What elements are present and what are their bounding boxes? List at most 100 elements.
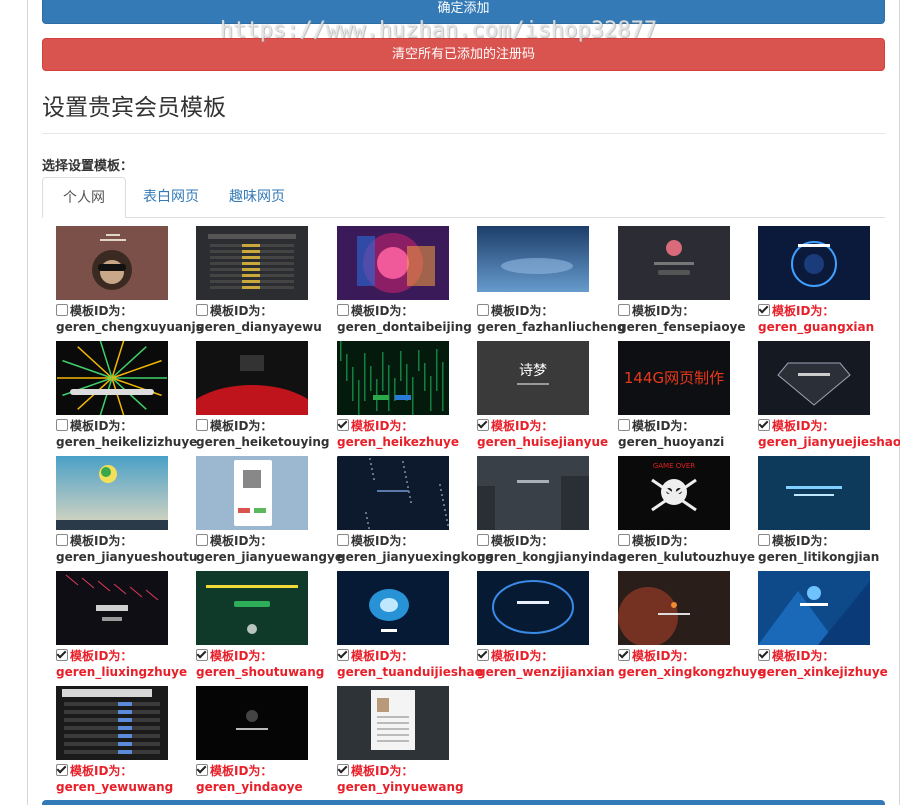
template-id: geren_yewuwang bbox=[56, 780, 174, 794]
template-id: geren_huisejianyue bbox=[477, 435, 609, 449]
template-checkbox[interactable] bbox=[618, 304, 630, 316]
template-thumbnail[interactable]: 144G网页制作 bbox=[618, 341, 730, 415]
tab-personal[interactable]: 个人网页 bbox=[42, 177, 126, 246]
template-id: geren_wenzijianxian bbox=[477, 665, 615, 679]
template-checkbox[interactable] bbox=[56, 304, 68, 316]
template-checkbox[interactable] bbox=[477, 304, 489, 316]
template-thumbnail[interactable] bbox=[337, 226, 449, 300]
template-checkbox[interactable] bbox=[337, 649, 349, 661]
template-thumbnail[interactable] bbox=[56, 686, 168, 760]
template-id: geren_xingkongzhuye bbox=[618, 665, 766, 679]
template-id-prefix: 模板ID为： bbox=[70, 764, 133, 778]
template-thumbnail[interactable] bbox=[56, 341, 168, 415]
template-checkbox[interactable] bbox=[618, 649, 630, 661]
template-label: 模板ID为： bbox=[196, 648, 272, 664]
template-id-prefix: 模板ID为： bbox=[491, 534, 554, 548]
template-checkbox[interactable] bbox=[477, 649, 489, 661]
template-checkbox[interactable] bbox=[337, 764, 349, 776]
template-card: 模板ID为： geren_yindaoye bbox=[196, 686, 336, 800]
template-checkbox[interactable] bbox=[196, 649, 208, 661]
template-thumbnail[interactable]: GAME OVER bbox=[618, 456, 730, 530]
template-thumbnail[interactable] bbox=[758, 456, 870, 530]
template-thumbnail[interactable]: 诗梦 bbox=[477, 341, 589, 415]
template-id-prefix: 模板ID为： bbox=[772, 534, 835, 548]
template-checkbox[interactable] bbox=[758, 304, 770, 316]
template-id: geren_tuanduijieshao bbox=[337, 665, 483, 679]
template-checkbox[interactable] bbox=[758, 534, 770, 546]
template-thumbnail[interactable] bbox=[196, 571, 308, 645]
template-label: 模板ID为： bbox=[56, 533, 132, 549]
tab-fun[interactable]: 趣味网页 bbox=[214, 177, 300, 217]
template-id: geren_dianyayewu bbox=[196, 320, 322, 334]
template-id: geren_liuxingzhuye bbox=[56, 665, 188, 679]
template-checkbox[interactable] bbox=[618, 419, 630, 431]
template-thumbnail[interactable] bbox=[477, 226, 589, 300]
template-checkbox[interactable] bbox=[56, 534, 68, 546]
template-checkbox[interactable] bbox=[196, 304, 208, 316]
template-card: GAME OVER 模板ID为： geren_kulutouzhuye bbox=[618, 456, 758, 570]
template-label: 模板ID为： bbox=[618, 648, 694, 664]
template-thumbnail[interactable] bbox=[477, 571, 589, 645]
clear-all-codes-button[interactable]: 清空所有已添加的注册码 bbox=[42, 38, 885, 71]
template-id: geren_heiketouying bbox=[196, 435, 330, 449]
template-thumbnail[interactable] bbox=[196, 226, 308, 300]
bottom-button-edge[interactable] bbox=[42, 800, 885, 805]
template-label: 模板ID为： bbox=[477, 648, 553, 664]
template-label: 模板ID为： bbox=[758, 648, 834, 664]
template-id: geren_yinyuewang bbox=[337, 780, 464, 794]
template-label: 模板ID为： bbox=[56, 418, 132, 434]
template-label: 模板ID为： bbox=[56, 303, 132, 319]
template-label: 模板ID为： bbox=[196, 533, 272, 549]
template-label: 模板ID为： bbox=[618, 533, 694, 549]
template-checkbox[interactable] bbox=[56, 764, 68, 776]
template-thumbnail[interactable] bbox=[56, 571, 168, 645]
template-id-prefix: 模板ID为： bbox=[210, 304, 273, 318]
template-id: geren_heikezhuye bbox=[337, 435, 459, 449]
template-checkbox[interactable] bbox=[196, 419, 208, 431]
template-checkbox[interactable] bbox=[56, 419, 68, 431]
template-label: 模板ID为： bbox=[196, 763, 272, 779]
template-thumbnail[interactable] bbox=[618, 226, 730, 300]
template-checkbox[interactable] bbox=[56, 649, 68, 661]
template-checkbox[interactable] bbox=[477, 419, 489, 431]
template-checkbox[interactable] bbox=[337, 534, 349, 546]
tab-confession[interactable]: 表白网页 bbox=[128, 177, 214, 217]
confirm-add-button[interactable]: 确定添加 bbox=[42, 0, 885, 24]
template-label: 模板ID为： bbox=[196, 418, 272, 434]
template-label: 模板ID为： bbox=[337, 648, 413, 664]
template-checkbox[interactable] bbox=[758, 649, 770, 661]
template-checkbox[interactable] bbox=[337, 304, 349, 316]
template-label: 模板ID为： bbox=[618, 418, 694, 434]
template-thumbnail[interactable] bbox=[758, 226, 870, 300]
template-label: 模板ID为： bbox=[477, 418, 553, 434]
template-label: 模板ID为： bbox=[758, 533, 834, 549]
template-thumbnail[interactable] bbox=[196, 456, 308, 530]
template-id-prefix: 模板ID为： bbox=[210, 764, 273, 778]
template-id: geren_chengxuyuanjs bbox=[56, 320, 203, 334]
template-checkbox[interactable] bbox=[196, 534, 208, 546]
template-thumbnail[interactable] bbox=[618, 571, 730, 645]
template-thumbnail[interactable] bbox=[477, 456, 589, 530]
template-thumbnail[interactable] bbox=[337, 456, 449, 530]
template-thumbnail[interactable] bbox=[196, 341, 308, 415]
template-thumbnail[interactable] bbox=[56, 456, 168, 530]
template-thumbnail[interactable] bbox=[56, 226, 168, 300]
template-checkbox[interactable] bbox=[758, 419, 770, 431]
template-checkbox[interactable] bbox=[196, 764, 208, 776]
template-id: geren_yindaoye bbox=[196, 780, 303, 794]
template-checkbox[interactable] bbox=[477, 534, 489, 546]
template-thumbnail[interactable] bbox=[337, 571, 449, 645]
template-card: 模板ID为： geren_guangxian bbox=[758, 226, 898, 340]
template-thumbnail[interactable] bbox=[196, 686, 308, 760]
template-checkbox[interactable] bbox=[618, 534, 630, 546]
template-thumbnail[interactable] bbox=[337, 686, 449, 760]
template-thumbnail[interactable] bbox=[758, 571, 870, 645]
template-id: geren_kongjianyindao bbox=[477, 550, 626, 564]
template-card: 模板ID为： geren_heiketouying bbox=[196, 341, 336, 455]
template-thumbnail[interactable] bbox=[758, 341, 870, 415]
divider bbox=[42, 133, 885, 134]
template-card: 模板ID为： geren_wenzijianxian bbox=[477, 571, 617, 685]
template-thumbnail[interactable] bbox=[337, 341, 449, 415]
template-checkbox[interactable] bbox=[337, 419, 349, 431]
template-card: 模板ID为： geren_heikezhuye bbox=[337, 341, 477, 455]
